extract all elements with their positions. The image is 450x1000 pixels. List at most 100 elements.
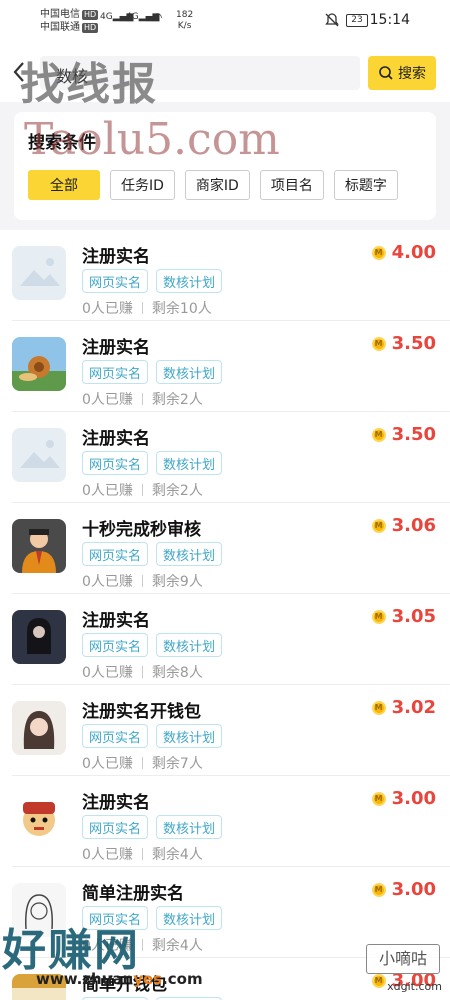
- hd-badge: HD: [82, 10, 99, 20]
- task-title: 简单注册实名: [82, 884, 184, 904]
- task-tag: 数核计划: [156, 815, 223, 839]
- task-remaining-count: 剩余7人: [151, 756, 203, 772]
- task-tag: 数核计划: [156, 360, 223, 384]
- wifi-icon: ◠: [152, 10, 163, 24]
- filter-chip-all[interactable]: 全部: [28, 170, 100, 200]
- coin-icon: M: [371, 973, 386, 988]
- task-tags: 网页实名 数核计划: [82, 451, 223, 475]
- task-price: 3.06: [391, 515, 436, 536]
- task-row[interactable]: 注册实名 网页实名 数核计划 0人已赚 剩余8人 M 3.05: [12, 594, 450, 685]
- task-stats: 0人已赚 剩余10人: [82, 298, 212, 318]
- divider: [141, 484, 143, 496]
- task-title: 十秒完成秒审核: [82, 520, 201, 540]
- task-earned-count: 0人已赚: [82, 483, 133, 499]
- task-title: 注册实名开钱包: [82, 702, 201, 722]
- task-tag: 网页实名: [82, 451, 149, 475]
- task-row[interactable]: 注册实名 网页实名 数核计划 0人已赚 剩余10人 M 4.00: [12, 230, 450, 321]
- clock: 15:14: [369, 12, 410, 28]
- task-row[interactable]: 注册实名开钱包 网页实名 数核计划 0人已赚 剩余7人 M 3.02: [12, 685, 450, 776]
- divider: [141, 575, 143, 587]
- task-earned-count: 0人已赚: [82, 847, 133, 863]
- status-bar: 中国电信 HD 中国联通 HD 4G▂▄▆ 4G▂▄▆ ◠ 182 K/s 23 1…: [0, 0, 450, 44]
- filter-options: 全部 任务ID 商家ID 项目名 标题字: [28, 170, 398, 200]
- task-remaining-count: 剩余4人: [151, 847, 203, 863]
- coin-icon: M: [371, 427, 386, 442]
- coin-icon: M: [371, 336, 386, 351]
- task-tags: 网页实名 数核计划: [82, 269, 223, 293]
- task-row[interactable]: 注册实名 网页实名 数核计划 0人已赚 剩余4人 M 3.00: [12, 776, 450, 867]
- task-price: 4.00: [391, 242, 436, 263]
- task-reward: M 3.00: [371, 879, 436, 900]
- task-tag: 数核计划: [156, 724, 223, 748]
- task-tag: 网页实名: [82, 269, 149, 293]
- task-row[interactable]: 十秒完成秒审核 网页实名 数核计划 0人已赚 剩余9人 M 3.06: [12, 503, 450, 594]
- task-title: 注册实名: [82, 338, 150, 358]
- task-price: 3.50: [391, 333, 436, 354]
- task-remaining-count: 剩余2人: [151, 392, 203, 408]
- divider: [141, 939, 143, 951]
- watermark-zhaoxianbao: 找线报: [20, 59, 158, 110]
- task-title: 注册实名: [82, 247, 150, 267]
- carrier-2: 中国联通: [40, 22, 80, 33]
- task-thumbnail: [12, 337, 66, 391]
- task-remaining-count: 剩余10人: [151, 301, 212, 317]
- task-reward: M 3.06: [371, 515, 436, 536]
- task-reward: M 3.02: [371, 697, 436, 718]
- task-tag: 网页实名: [82, 542, 149, 566]
- coin-icon: M: [371, 700, 386, 715]
- divider: [141, 393, 143, 405]
- hd-badge: HD: [82, 23, 99, 33]
- task-tag: 网页实名: [82, 633, 149, 657]
- task-stats: 0人已赚 剩余9人: [82, 571, 203, 591]
- filter-chip-title-keyword[interactable]: 标题字: [333, 170, 398, 200]
- task-earned-count: 0人已赚: [82, 665, 133, 681]
- task-title: 注册实名: [82, 429, 150, 449]
- filter-chip-task-id[interactable]: 任务ID: [110, 170, 175, 200]
- watermark-haozhuanwang: 好赚网: [2, 925, 140, 976]
- filter-chip-project-name[interactable]: 项目名: [259, 170, 324, 200]
- task-remaining-count: 剩余2人: [151, 483, 203, 499]
- task-tag: 数核计划: [156, 906, 223, 930]
- bell-off-icon: [325, 13, 339, 27]
- task-reward: M 3.50: [371, 424, 436, 445]
- task-price: 3.00: [391, 879, 436, 900]
- carrier-1: 中国电信: [40, 9, 80, 20]
- task-title: 注册实名: [82, 793, 150, 813]
- task-price: 3.50: [391, 424, 436, 445]
- filter-chip-merchant-id[interactable]: 商家ID: [184, 170, 250, 200]
- task-reward: M 3.05: [371, 606, 436, 627]
- task-tag: 网页实名: [82, 724, 149, 748]
- task-title: 注册实名: [82, 611, 150, 631]
- search-button-label: 搜索: [398, 66, 426, 82]
- watermark-xiaodigu-url: xdgit.com: [387, 980, 442, 993]
- divider: [141, 302, 143, 314]
- task-stats: 0人已赚 剩余8人: [82, 662, 203, 682]
- coin-icon: M: [371, 609, 386, 624]
- task-thumbnail: [12, 701, 66, 755]
- task-reward: M 3.00: [371, 788, 436, 809]
- carrier-info: 中国电信 HD 中国联通 HD: [40, 8, 99, 34]
- divider: [141, 666, 143, 678]
- task-earned-count: 0人已赚: [82, 756, 133, 772]
- task-price: 3.02: [391, 697, 436, 718]
- search-button[interactable]: 搜索: [368, 56, 436, 90]
- task-earned-count: 0人已赚: [82, 301, 133, 317]
- watermark-xiaodigu: 小嘀咕: [366, 944, 440, 974]
- task-reward: M 3.50: [371, 333, 436, 354]
- task-tags: 网页实名 数核计划: [82, 542, 223, 566]
- task-reward: M 4.00: [371, 242, 436, 263]
- coin-icon: M: [371, 791, 386, 806]
- task-row[interactable]: 注册实名 网页实名 数核计划 0人已赚 剩余2人 M 3.50: [12, 321, 450, 412]
- task-row[interactable]: 注册实名 网页实名 数核计划 0人已赚 剩余2人 M 3.50: [12, 412, 450, 503]
- task-stats: 0人已赚 剩余2人: [82, 389, 203, 409]
- task-tag: 数核计划: [156, 633, 223, 657]
- task-thumbnail: [12, 428, 66, 482]
- search-icon: [379, 66, 393, 80]
- task-stats: 0人已赚 剩余4人: [82, 844, 203, 864]
- coin-icon: M: [371, 882, 386, 897]
- task-stats: 0人已赚 剩余7人: [82, 753, 203, 773]
- task-thumbnail: [12, 246, 66, 300]
- divider: [141, 848, 143, 860]
- task-tags: 网页实名 数核计划: [82, 633, 223, 657]
- task-tag: 数核计划: [156, 269, 223, 293]
